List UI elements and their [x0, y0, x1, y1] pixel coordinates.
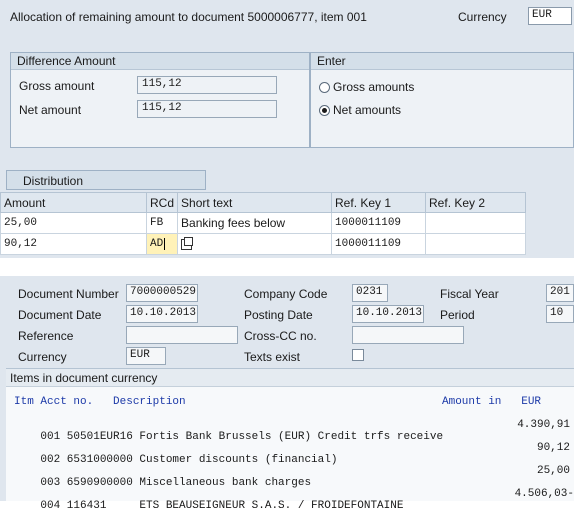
posting-date-field: 10.10.2013 — [352, 305, 424, 323]
currency-field[interactable]: EUR — [528, 7, 572, 25]
item-amount: 25,00 — [536, 465, 570, 477]
items-header-right: Amount in EUR — [442, 396, 542, 408]
table-row: 90,12 AD 1000011109 — [0, 233, 527, 255]
cross-cc-field — [352, 326, 464, 344]
table-row: 25,00 FB Banking fees below 1000011109 — [0, 212, 527, 234]
short-text-cell[interactable] — [177, 233, 333, 255]
ref-key-2-cell[interactable] — [425, 212, 527, 234]
texts-exist-checkbox[interactable] — [352, 349, 364, 361]
short-text-cell[interactable]: Banking fees below — [177, 212, 333, 234]
col-rcd[interactable]: RCd — [145, 192, 179, 213]
gross-amounts-label: Gross amounts — [333, 80, 415, 94]
period-field: 10 — [546, 305, 574, 323]
gross-amounts-radio[interactable] — [319, 81, 330, 93]
distribution-title: Distribution — [6, 170, 206, 190]
document-date-label: Document Date — [18, 308, 102, 322]
gross-amount-label: Gross amount — [19, 79, 95, 93]
document-date-field: 10.10.2013 — [126, 305, 198, 323]
posting-date-label: Posting Date — [244, 308, 313, 322]
currency-label: Currency — [18, 350, 67, 364]
items-section: Items in document currency Itm Acct no. … — [6, 368, 574, 512]
copy-icon[interactable] — [181, 237, 194, 251]
allocation-title: Allocation of remaining amount to docume… — [10, 10, 367, 24]
company-code-label: Company Code — [244, 287, 328, 301]
net-amount-label: Net amount — [19, 103, 82, 117]
rcd-value: AD — [150, 238, 166, 250]
rcd-cell[interactable]: FB — [145, 212, 179, 234]
col-ref-key-1[interactable]: Ref. Key 1 — [331, 192, 427, 213]
net-amounts-radio[interactable] — [319, 104, 330, 116]
item-amount: 4.506,03- — [514, 488, 574, 500]
ref-key-1-cell[interactable]: 1000011109 — [331, 233, 427, 255]
distribution-section: Distribution Amount RCd Short text Ref. … — [0, 170, 574, 258]
currency-label: Currency — [458, 10, 507, 24]
currency-field: EUR — [126, 347, 166, 365]
gross-amount-field: 115,12 — [137, 76, 277, 94]
enter-title: Enter — [311, 53, 573, 70]
items-title: Items in document currency — [6, 369, 574, 387]
item-amount: 90,12 — [536, 442, 570, 454]
rcd-cell-active[interactable]: AD — [145, 233, 179, 255]
ref-key-2-cell[interactable] — [425, 233, 527, 255]
enter-group: Enter Gross amounts Net amounts — [310, 52, 574, 148]
net-amount-field: 115,12 — [137, 100, 277, 118]
difference-amount-group: Difference Amount Gross amount 115,12 Ne… — [10, 52, 310, 148]
net-amounts-radio-row[interactable]: Net amounts — [319, 103, 401, 117]
document-number-label: Document Number — [18, 287, 119, 301]
reference-field — [126, 326, 238, 344]
distribution-table: Amount RCd Short text Ref. Key 1 Ref. Ke… — [0, 192, 527, 255]
item-description: 004 116431 ETS BEAUSEIGNEUR S.A.S. / FRO… — [40, 500, 404, 512]
reference-label: Reference — [18, 329, 74, 343]
fiscal-year-label: Fiscal Year — [440, 287, 499, 301]
difference-amount-title: Difference Amount — [11, 53, 309, 70]
amount-cell[interactable]: 90,12 — [0, 233, 147, 255]
col-amount[interactable]: Amount — [0, 192, 147, 213]
company-code-field: 0231 — [352, 284, 388, 302]
cross-cc-label: Cross-CC no. — [244, 329, 317, 343]
item-amount: 4.390,91 — [517, 419, 570, 431]
texts-exist-label: Texts exist — [244, 350, 301, 364]
ref-key-1-cell[interactable]: 1000011109 — [331, 212, 427, 234]
net-amounts-label: Net amounts — [333, 103, 402, 117]
col-short-text[interactable]: Short text — [177, 192, 333, 213]
gross-amounts-radio-row[interactable]: Gross amounts — [319, 80, 414, 94]
col-ref-key-2[interactable]: Ref. Key 2 — [425, 192, 527, 213]
amount-cell[interactable]: 25,00 — [0, 212, 147, 234]
period-label: Period — [440, 308, 475, 322]
document-number-field: 7000000529 — [126, 284, 198, 302]
allocation-panel: Allocation of remaining amount to docume… — [0, 0, 574, 258]
fiscal-year-field: 201 — [546, 284, 574, 302]
